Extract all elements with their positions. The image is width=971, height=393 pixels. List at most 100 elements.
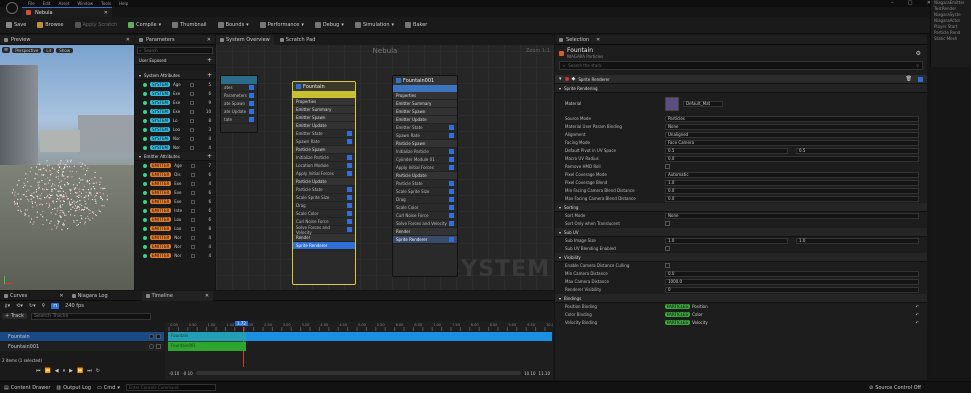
- menu-item[interactable]: Help: [119, 1, 128, 6]
- sprite-rendering-section[interactable]: ▾ Sprite Rendering: [555, 84, 927, 93]
- material-picker[interactable]: Default_Mat: [683, 100, 723, 107]
- attribute-row[interactable]: EMITTER Exe 6: [135, 197, 215, 206]
- stack-row[interactable]: Drag: [293, 202, 355, 210]
- stack-row[interactable]: Emitter Update: [393, 116, 457, 124]
- track-fountain001[interactable]: Fountain001: [0, 342, 164, 351]
- attribute-pin-icon[interactable]: [191, 190, 196, 195]
- close-icon[interactable]: ✕: [126, 37, 130, 43]
- attribute-pin-icon[interactable]: [191, 244, 196, 249]
- property-value[interactable]: Automatic: [665, 171, 919, 178]
- property-value-y[interactable]: 0.5: [796, 147, 919, 154]
- lit-button[interactable]: Lit: [43, 47, 55, 53]
- stack-row[interactable]: Scale Color: [393, 204, 457, 212]
- user-exposed-section[interactable]: User Exposed +: [135, 56, 215, 65]
- chevron-down-icon[interactable]: ▾: [559, 255, 561, 260]
- property-value-x[interactable]: 0.5: [665, 147, 788, 154]
- stack-row[interactable]: Particle Spawn: [293, 146, 355, 154]
- stack-row-checkbox[interactable]: [449, 189, 454, 194]
- play-reverse-icon[interactable]: ◀: [55, 368, 59, 374]
- close-icon[interactable]: ✕: [59, 293, 63, 299]
- stack-row[interactable]: Spawn Rate: [293, 138, 355, 146]
- filter-icon[interactable]: ⚲: [916, 63, 919, 68]
- track-settings-icon[interactable]: [149, 334, 154, 339]
- stack-row[interactable]: Location Module: [293, 162, 355, 170]
- save-button[interactable]: Save: [2, 19, 30, 31]
- sub-uv-section[interactable]: ▾ Sub UV: [555, 228, 927, 237]
- attribute-pin-icon[interactable]: [191, 172, 196, 177]
- property-value[interactable]: None: [665, 123, 919, 130]
- stack-row-checkbox[interactable]: [449, 133, 454, 138]
- attribute-row[interactable]: EMITTER Exe 6: [135, 188, 215, 197]
- stack-row[interactable]: Curl Noise Force: [393, 212, 457, 220]
- node-row[interactable]: ate Update: [221, 108, 257, 116]
- emitter-node-fountain[interactable]: Fountain Properties Emitter Summary Emitte…: [292, 81, 356, 285]
- emitter-node-fountain001[interactable]: Fountain001 Properties Emitter Summary Emi…: [392, 75, 458, 277]
- loop-icon[interactable]: ↻▾: [29, 303, 36, 309]
- minimize-icon[interactable]: –: [891, 0, 894, 7]
- track-enabled-checkbox[interactable]: [156, 344, 161, 349]
- stack-row-checkbox[interactable]: [347, 227, 352, 232]
- stack-row-checkbox[interactable]: [347, 187, 352, 192]
- property-value-y[interactable]: 1.0: [796, 237, 919, 244]
- attribute-pin-icon[interactable]: [189, 100, 194, 105]
- attribute-row[interactable]: EMITTER Loo 6: [135, 215, 215, 224]
- tab-timeline[interactable]: Timeline ✕: [141, 290, 214, 301]
- attribute-pin-icon[interactable]: [191, 181, 196, 186]
- stack-row[interactable]: Particle Spawn: [393, 140, 457, 148]
- attribute-pin-icon[interactable]: [189, 118, 194, 123]
- stack-row-checkbox[interactable]: [347, 219, 352, 224]
- menu-item[interactable]: Asset: [58, 1, 69, 6]
- emitter-enabled-checkbox[interactable]: [296, 84, 301, 89]
- next-key-icon[interactable]: ⏩: [77, 368, 83, 374]
- close-icon[interactable]: ✕: [207, 37, 211, 43]
- fps-dropdown[interactable]: 240 fps: [65, 303, 84, 309]
- stack-row-checkbox[interactable]: [449, 213, 454, 218]
- add-icon[interactable]: +: [207, 57, 212, 64]
- source-control-button[interactable]: ⊘ Source Control Off: [869, 385, 921, 391]
- node-row[interactable]: tate: [221, 116, 257, 124]
- stack-row[interactable]: Particle State: [393, 180, 457, 188]
- attribute-row[interactable]: SYSTEM Age 5: [135, 80, 215, 89]
- menu-item[interactable]: Tools: [101, 1, 111, 6]
- stack-row[interactable]: Apply Initial Forces: [393, 164, 457, 172]
- attribute-row[interactable]: EMITTER Nor 4: [135, 242, 215, 251]
- stack-row[interactable]: Render: [393, 228, 457, 236]
- reset-icon[interactable]: ↶: [916, 312, 919, 317]
- play-icon[interactable]: ▶: [69, 368, 73, 374]
- sprite-renderer-header[interactable]: ▾ ◆ Sprite Renderer 🗑: [555, 75, 927, 84]
- attribute-row[interactable]: SYSTEM Exe 6: [135, 89, 215, 98]
- close-icon[interactable]: ✕: [596, 37, 600, 43]
- pause-icon[interactable]: ⏸: [63, 368, 66, 374]
- delete-icon[interactable]: 🗑: [906, 76, 912, 82]
- menu-item[interactable]: Window: [77, 1, 93, 6]
- thumbnail-button[interactable]: Thumbnail: [168, 19, 210, 31]
- stack-row[interactable]: Properties: [293, 98, 355, 106]
- chevron-down-icon[interactable]: ▾: [392, 22, 395, 28]
- stack-row[interactable]: Emitter Summary: [393, 100, 457, 108]
- output-log-button[interactable]: ▥ Output Log: [56, 385, 91, 391]
- stack-row[interactable]: Emitter Spawn: [293, 114, 355, 122]
- row-toggle-checkbox[interactable]: [249, 117, 254, 122]
- stack-row[interactable]: Scale Color: [293, 210, 355, 218]
- property-value-x[interactable]: 1.0: [665, 237, 788, 244]
- outliner-item[interactable]: Static Mesh: [931, 36, 971, 42]
- stack-row-checkbox[interactable]: [449, 157, 454, 162]
- add-icon[interactable]: +: [207, 72, 212, 79]
- attribute-row[interactable]: SYSTEM Exe 9: [135, 98, 215, 107]
- debug-button[interactable]: Debug ▾: [311, 19, 348, 31]
- property-value[interactable]: 0: [665, 286, 919, 293]
- baker-button[interactable]: Baker: [401, 19, 431, 31]
- add-track-button[interactable]: + Track: [2, 313, 27, 319]
- stack-row[interactable]: Render: [293, 234, 355, 242]
- chevron-down-icon[interactable]: ▾: [139, 73, 141, 78]
- property-value[interactable]: None: [665, 212, 919, 219]
- tab-scratch-pad[interactable]: Scratch Pad: [276, 35, 320, 45]
- chevron-down-icon[interactable]: ▾: [159, 22, 162, 28]
- stack-row-checkbox[interactable]: [449, 221, 454, 226]
- stack-row[interactable]: Solve Forces and Velocity: [293, 225, 355, 235]
- chevron-down-icon[interactable]: ▾: [559, 230, 561, 235]
- parameters-tab[interactable]: Parameters ✕: [135, 35, 215, 45]
- simulation-button[interactable]: Simulation ▾: [351, 19, 398, 31]
- menu-item[interactable]: File: [28, 1, 35, 6]
- property-value[interactable]: Unaligned: [665, 131, 919, 138]
